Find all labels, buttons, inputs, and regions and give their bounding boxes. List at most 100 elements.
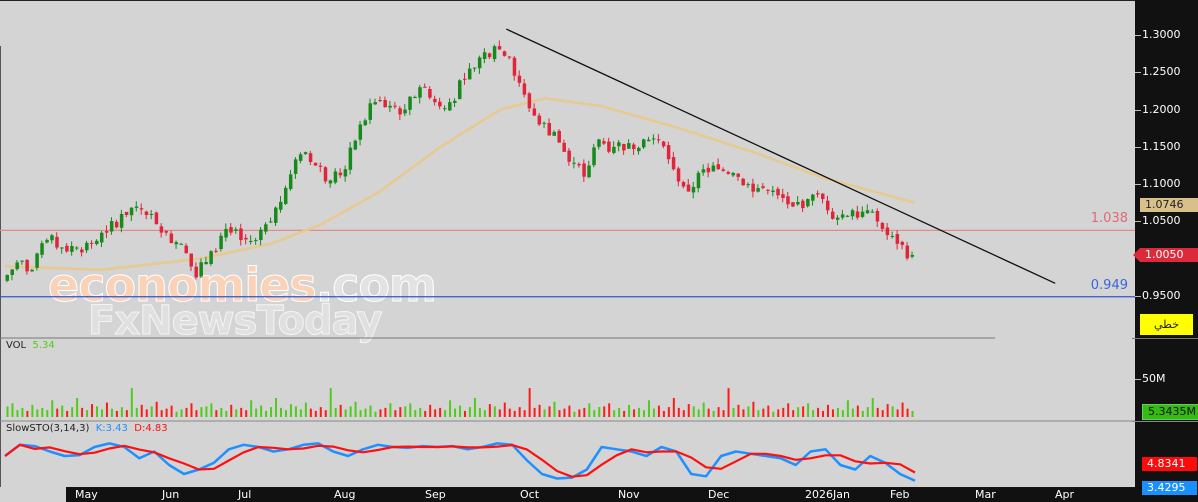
candle-body: [159, 226, 164, 233]
volume-bar: [797, 407, 800, 417]
candle-body: [229, 227, 233, 233]
candle-body: [90, 242, 94, 244]
volume-bar: [195, 410, 198, 417]
ma-line: [4, 97, 916, 272]
candle-body: [532, 108, 537, 116]
candle-body: [318, 165, 323, 167]
candle-body: [791, 202, 795, 207]
candle-body: [507, 56, 512, 58]
volume-bar: [891, 406, 894, 417]
volume-bar: [414, 410, 417, 417]
volume-bar: [752, 401, 755, 417]
candle-body: [781, 194, 785, 198]
candle-body: [632, 144, 636, 150]
volume-bar: [21, 407, 24, 417]
month-label: May: [75, 488, 98, 501]
chart-type-button[interactable]: خطي: [1140, 314, 1193, 335]
price-tick: [1135, 109, 1141, 111]
candle-body: [522, 83, 527, 95]
volume-bar: [762, 408, 765, 417]
candle-body: [303, 152, 308, 155]
candle-body: [482, 52, 487, 59]
stochastic-lines: [4, 442, 916, 482]
month-label: Aug: [334, 488, 356, 501]
volume-bar: [260, 405, 263, 417]
volume-bar: [394, 410, 397, 417]
candle-body: [562, 142, 566, 152]
candle-body: [433, 98, 437, 103]
candle-body: [70, 245, 74, 252]
volume-bar: [210, 403, 213, 417]
price-tick-label: 1.2500: [1142, 65, 1181, 79]
candle-body: [602, 141, 606, 144]
price-chart[interactable]: [0, 0, 1135, 487]
candle-body: [438, 101, 442, 107]
candle-body: [572, 162, 576, 164]
volume-bar: [822, 410, 825, 417]
volume-bar: [56, 408, 59, 417]
candle-body: [95, 240, 99, 245]
time-axis[interactable]: May Jun Jul Aug Sep Oct Nov Dec 2026Jan Feb Mar Apr: [66, 487, 1135, 502]
candle-body: [646, 139, 651, 142]
volume-bar: [304, 402, 307, 417]
volume-bar: [717, 407, 720, 417]
volume-bar: [478, 407, 481, 417]
volume-bar: [454, 408, 457, 417]
volume-bar: [26, 410, 29, 417]
candle-body: [825, 200, 830, 211]
volume-bar: [638, 407, 641, 417]
candle-body: [716, 164, 721, 170]
candle-body: [328, 180, 333, 184]
volume-bar: [404, 406, 407, 417]
candle-body: [776, 188, 780, 196]
sto-k-badge: 3.4295: [1142, 481, 1197, 495]
price-tick: [1135, 72, 1141, 74]
volume-panel-label: VOL 5.34: [6, 340, 55, 351]
volume-bar: [548, 406, 551, 417]
candle-body: [656, 139, 661, 141]
volume-bar: [120, 407, 123, 417]
candle-body: [512, 57, 517, 76]
volume-bar: [633, 409, 636, 417]
candle-body: [368, 103, 373, 120]
candle-body: [900, 241, 905, 245]
volume-bar: [299, 409, 302, 417]
volume-bar: [16, 410, 19, 417]
candle-body: [477, 57, 482, 69]
candle-body: [487, 53, 492, 58]
candle-body: [234, 229, 238, 231]
volume-bar: [712, 410, 715, 417]
candle-body: [264, 224, 268, 232]
candle-body: [547, 123, 552, 136]
level-label-support: 0.949: [1090, 278, 1128, 293]
candle-body: [801, 200, 805, 209]
volume-bar: [135, 407, 138, 417]
candle-body: [169, 233, 174, 244]
candle-body: [80, 249, 84, 253]
volume-bar: [787, 403, 790, 417]
candle-body: [144, 211, 149, 215]
volume-bar: [324, 410, 327, 417]
candle-body: [224, 228, 228, 238]
volume-bar: [160, 410, 163, 417]
candle-body: [816, 193, 820, 195]
volume-bar: [294, 406, 297, 417]
price-axis[interactable]: 1.3000 1.2500 1.2000 1.1500 1.1000 1.0500 0.95…: [1132, 0, 1198, 502]
candle-body: [835, 217, 840, 220]
price-tick: [1135, 184, 1141, 186]
volume-bar: [419, 407, 422, 417]
candle-body: [75, 247, 79, 249]
volume-bar: [374, 411, 377, 417]
volume-bar: [429, 404, 432, 417]
candle-body: [721, 169, 726, 171]
price-tick: [1135, 295, 1141, 297]
candle-body: [880, 222, 885, 229]
volume-bar: [543, 409, 546, 417]
volume-bar: [742, 409, 745, 417]
price-tick-label: 1.1000: [1142, 177, 1181, 191]
volume-bar: [722, 410, 725, 417]
sto-label: SlowSTO(3,14,3): [6, 423, 90, 434]
volume-bar: [319, 407, 322, 417]
volume-bar: [96, 406, 99, 417]
volume-bar: [662, 410, 665, 417]
